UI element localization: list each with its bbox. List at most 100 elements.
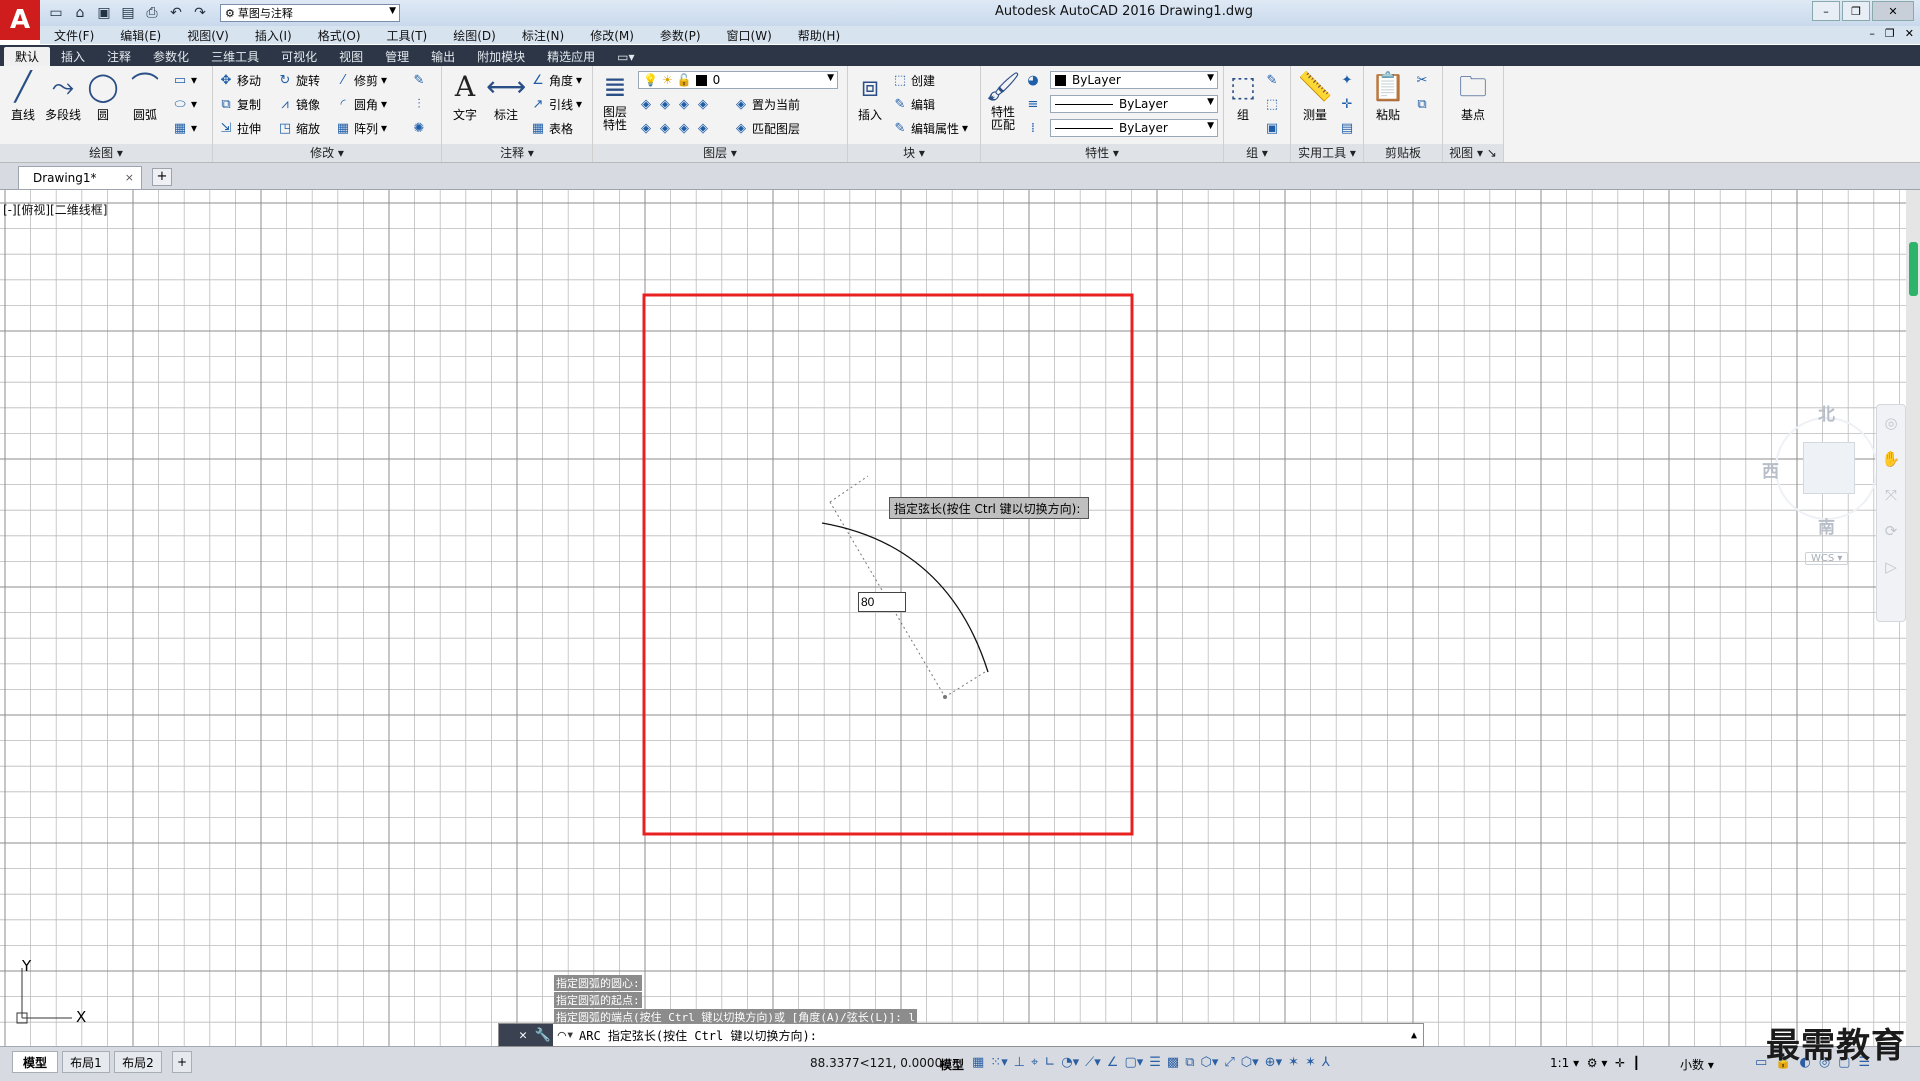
color-dropdown[interactable]: ByLayer ▼ <box>1050 71 1218 89</box>
menu-modify[interactable]: 修改(M) <box>577 27 647 44</box>
showmotion-icon[interactable]: ▷ <box>1877 549 1905 585</box>
mirror-button[interactable]: ⩘ 镜像 <box>277 94 320 114</box>
leader-button[interactable]: ↗ 引线 ▾ <box>530 94 583 114</box>
tab-output[interactable]: 输出 <box>420 47 466 66</box>
object-snap-tracking-icon[interactable]: ∠ <box>1107 1055 1119 1070</box>
base-view-button[interactable]: 🗀 基点 <box>1453 70 1493 123</box>
grid-icon[interactable]: ▦ <box>972 1055 984 1070</box>
scrollbar-thumb[interactable] <box>1909 242 1918 296</box>
menu-help[interactable]: 帮助(H) <box>785 27 853 44</box>
menu-insert[interactable]: 插入(I) <box>242 27 305 44</box>
zoom-icon[interactable]: ⤧ <box>1877 477 1905 513</box>
annotation-scale-dropdown[interactable]: 1:1 ▾ ⚙ ▾ ✛ ┃ <box>1550 1056 1640 1070</box>
lineweight-dropdown[interactable]: ByLayer ▼ <box>1050 119 1218 137</box>
isodraft-icon[interactable]: ⟋▾ <box>1085 1055 1101 1070</box>
workspace-dropdown[interactable]: ⚙ 草图与注释 ▼ <box>220 4 400 22</box>
copy-clip-button[interactable]: ⧉ <box>1414 94 1430 114</box>
drawing-restore-icon[interactable]: ❐ <box>1885 27 1895 40</box>
groups-panel-title[interactable]: 组 ▾ <box>1224 144 1290 162</box>
command-line[interactable]: ✕ 🔧 ⌒▾ ARC 指定弦长(按住 Ctrl 键以切换方向): ▲ <box>498 1023 1424 1047</box>
wcs-dropdown[interactable]: WCS ▾ <box>1805 552 1849 565</box>
redo-icon[interactable]: ↷ <box>190 3 210 23</box>
orbit-icon[interactable]: ⟳ <box>1877 513 1905 549</box>
linetype-dropdown[interactable]: ByLayer ▼ <box>1050 95 1218 113</box>
fillet-button[interactable]: ◜ 圆角 ▾ <box>335 94 387 114</box>
paste-button[interactable]: 📋 粘贴 <box>1368 70 1408 123</box>
match-properties-button[interactable]: 🖌 特性 匹配 <box>983 70 1023 132</box>
dynamic-input-field[interactable] <box>858 592 906 612</box>
auto-scale-icon[interactable]: ✶ <box>1305 1055 1316 1070</box>
model-space-toggle[interactable]: 模型 <box>940 1056 964 1073</box>
coordinates-readout[interactable]: 88.3377<121, 0.0000 <box>810 1056 942 1070</box>
polyline-button[interactable]: ⤳ 多段线 <box>43 70 83 123</box>
application-menu-button[interactable]: A <box>0 0 40 40</box>
transparency-display-icon[interactable]: ▩ <box>1167 1055 1179 1070</box>
save-icon[interactable]: ▣ <box>94 3 114 23</box>
rotate-button[interactable]: ↻ 旋转 <box>277 70 320 90</box>
hatch-button[interactable]: ▦ ▾ <box>172 118 197 138</box>
3d-osnap-icon[interactable]: ⬡▾ <box>1201 1055 1219 1070</box>
add-layout-button[interactable]: + <box>172 1051 192 1073</box>
compass-south[interactable]: 南 <box>1818 513 1835 538</box>
annotation-scale-icon[interactable]: ⅄ <box>1322 1055 1330 1070</box>
match-layer-button[interactable]: ◈ 匹配图层 <box>733 118 800 138</box>
viewcube-face-top[interactable] <box>1803 442 1855 494</box>
tab-addins[interactable]: 附加模块 <box>466 47 536 66</box>
stretch-button[interactable]: ⇲ 拉伸 <box>218 118 261 138</box>
command-line-grip[interactable] <box>499 1024 513 1046</box>
vertical-scrollbar[interactable] <box>1906 190 1920 1046</box>
open-file-icon[interactable]: ⌂ <box>70 3 90 23</box>
close-icon[interactable]: ✕ <box>513 1024 533 1046</box>
drawing-close-icon[interactable]: ✕ <box>1905 27 1914 40</box>
draw-panel-title[interactable]: 绘图 ▾ <box>0 144 212 162</box>
view-panel-title[interactable]: 视图 ▾ ↘ <box>1443 144 1503 162</box>
dynamic-ucs-icon[interactable]: ⤢ <box>1224 1055 1234 1070</box>
pan-icon[interactable]: ✋ <box>1877 441 1905 477</box>
layout-tab-layout2[interactable]: 布局2 <box>114 1051 162 1073</box>
layout-tab-model[interactable]: 模型 <box>12 1051 58 1073</box>
tab-visualize[interactable]: 可视化 <box>270 47 328 66</box>
layout-tab-layout1[interactable]: 布局1 <box>62 1051 110 1073</box>
dimension-button[interactable]: ⟷ 标注 <box>486 70 526 123</box>
line-button[interactable]: ╱ 直线 <box>3 70 43 123</box>
tab-view[interactable]: 视图 <box>328 47 374 66</box>
units-dropdown[interactable]: 小数 ▾ <box>1680 1056 1714 1073</box>
infer-constraints-icon[interactable]: ⊥ <box>1014 1055 1025 1070</box>
calculator-button[interactable]: ▤ <box>1339 118 1355 138</box>
layer-tools-row-2[interactable]: ◈ ◈ ◈ ◈ <box>638 118 711 138</box>
annotation-visibility-icon[interactable]: ✶ <box>1288 1055 1299 1070</box>
menu-tools[interactable]: 工具(T) <box>374 27 441 44</box>
compass-west[interactable]: 西 <box>1762 457 1779 482</box>
transparency-button[interactable]: ⁞ <box>1025 118 1041 138</box>
menu-view[interactable]: 视图(V) <box>174 27 242 44</box>
gizmo-icon[interactable]: ⊕▾ <box>1265 1055 1282 1070</box>
lineweight-display-icon[interactable]: ☰ <box>1149 1055 1161 1070</box>
utilities-panel-title[interactable]: 实用工具 ▾ <box>1291 144 1363 162</box>
menu-format[interactable]: 格式(O) <box>305 27 374 44</box>
lineweight-button[interactable]: ≡ <box>1025 94 1041 114</box>
tab-3d-tools[interactable]: 三维工具 <box>200 47 270 66</box>
group-button[interactable]: ⬚ 组 <box>1225 70 1261 123</box>
menu-file[interactable]: 文件(F) <box>40 27 107 44</box>
tab-insert[interactable]: 插入 <box>50 47 96 66</box>
annotation-panel-title[interactable]: 注释 ▾ <box>442 144 592 162</box>
menu-edit[interactable]: 编辑(E) <box>107 27 174 44</box>
layer-properties-button[interactable]: ≣ 图层 特性 <box>595 70 635 132</box>
new-tab-button[interactable]: + <box>152 168 172 186</box>
chevron-up-icon[interactable]: ▲ <box>1405 1030 1423 1041</box>
create-block-button[interactable]: ⬚ 创建 <box>892 70 935 90</box>
new-file-icon[interactable]: ▭ <box>46 3 66 23</box>
move-button[interactable]: ✥ 移动 <box>218 70 261 90</box>
menu-dimension[interactable]: 标注(N) <box>509 27 577 44</box>
layer-tools-row-1[interactable]: ◈ ◈ ◈ ◈ <box>638 94 711 114</box>
tab-manage[interactable]: 管理 <box>374 47 420 66</box>
close-button[interactable]: ✕ <box>1872 1 1914 21</box>
group-select-button[interactable]: ▣ <box>1264 118 1280 138</box>
drawing-minimize-icon[interactable]: – <box>1869 27 1875 40</box>
tab-annotate[interactable]: 注释 <box>96 47 142 66</box>
viewport-controls-label[interactable]: [-][俯视][二维线框] <box>3 201 107 218</box>
minimize-button[interactable]: – <box>1812 1 1840 21</box>
ungroup-button[interactable]: ⬚ <box>1264 94 1280 114</box>
save-as-icon[interactable]: ▤ <box>118 3 138 23</box>
tab-featured-apps[interactable]: 精选应用 <box>536 47 606 66</box>
